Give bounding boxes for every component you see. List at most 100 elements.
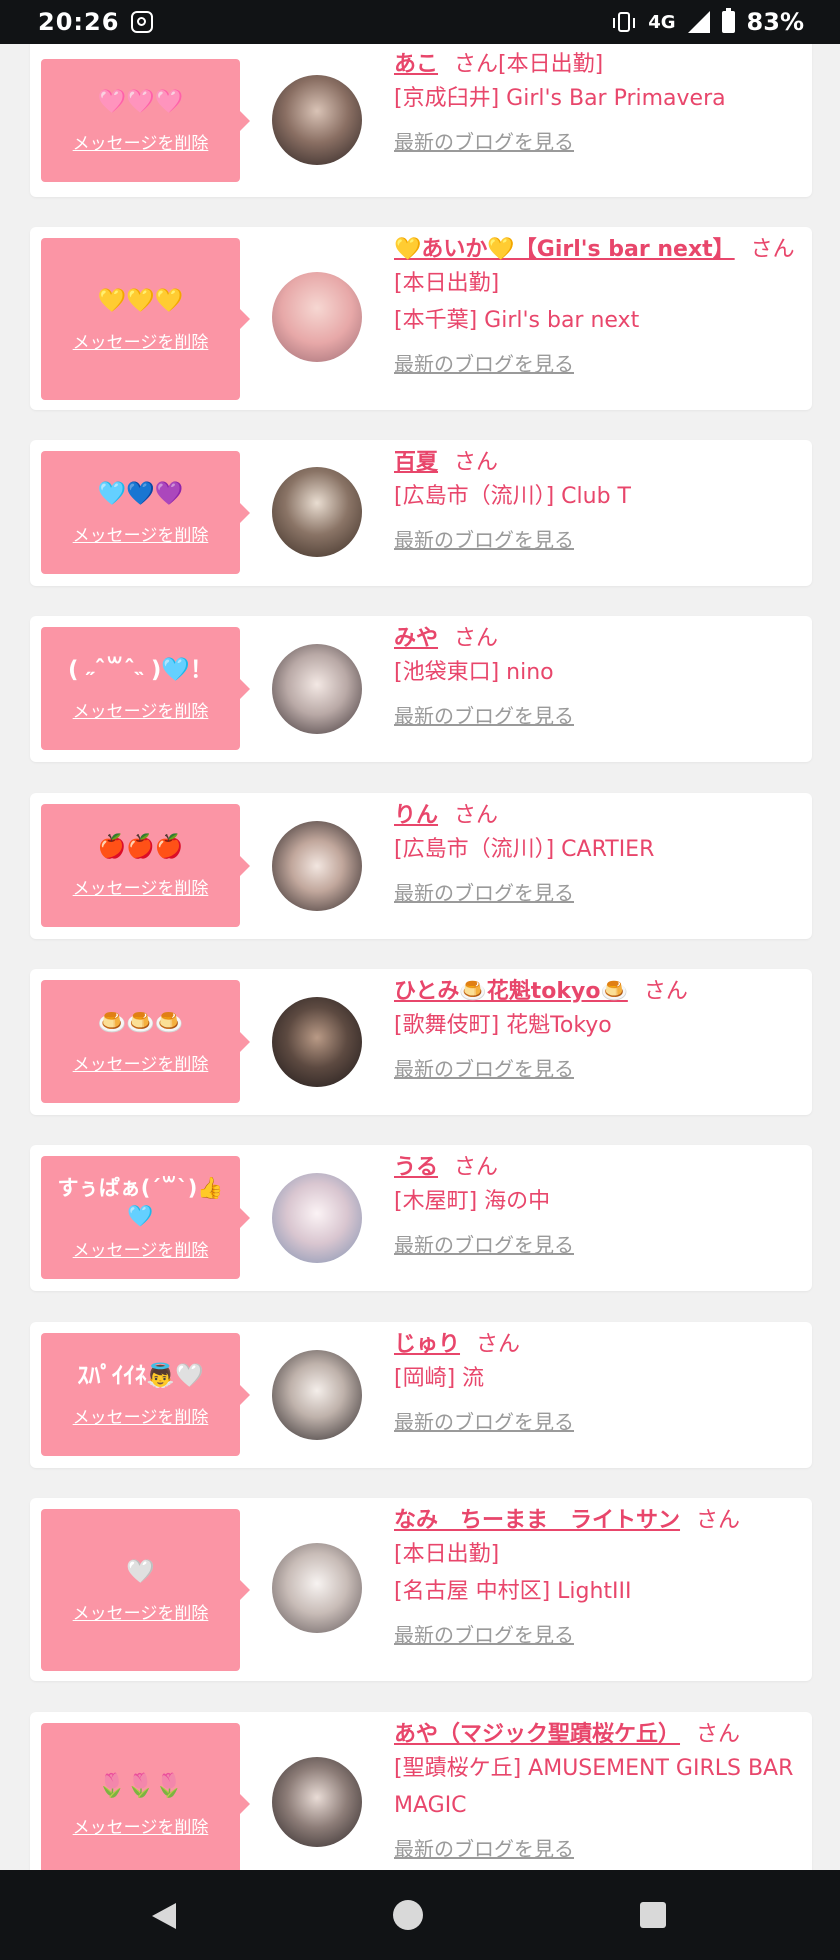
delete-message-link[interactable]: メッセージを削除 xyxy=(73,129,209,154)
cast-name-link[interactable]: うる xyxy=(394,1155,438,1180)
list-item: 🌷🌷🌷 メッセージを削除 あや（マジック聖蹟桜ケ丘） さん [聖蹟桜ケ丘] AMU… xyxy=(30,1712,812,1870)
cast-name-link[interactable]: 百夏 xyxy=(394,450,438,475)
message-box: ｽﾊﾟｲｲﾈ👼🤍 メッセージを削除 xyxy=(41,1333,250,1456)
vibrate-icon xyxy=(613,12,636,32)
entry-info: じゅり さん [岡崎] 流 最新のブログを見る xyxy=(394,1330,798,1437)
avatar[interactable] xyxy=(272,821,362,911)
latest-blog-link[interactable]: 最新のブログを見る xyxy=(394,1620,798,1650)
status-line: [本日出勤] xyxy=(394,1542,500,1567)
avatar[interactable] xyxy=(272,997,362,1087)
status-bar-right: 4G 83% xyxy=(613,8,804,36)
cast-name-link[interactable]: なみ ちーまま ライトサン xyxy=(394,1508,680,1533)
delete-message-link[interactable]: メッセージを削除 xyxy=(73,1403,209,1428)
latest-blog-link[interactable]: 最新のブログを見る xyxy=(394,701,798,731)
message-text: 🤍 xyxy=(126,1558,155,1585)
message-text: ( ˶ˆ꒳ˆ˵ )🩵！ xyxy=(68,657,213,683)
delete-message-link[interactable]: メッセージを削除 xyxy=(73,1813,209,1838)
avatar[interactable] xyxy=(272,1757,362,1847)
list-item: すぅぱぁ(ˊ꒳ˋ)👍🩵 メッセージを削除 うる さん [木屋町] 海の中 最新のブ… xyxy=(30,1145,812,1291)
delete-message-link[interactable]: メッセージを削除 xyxy=(73,1236,209,1261)
recent-apps-icon[interactable] xyxy=(640,1902,666,1928)
shop-line: [木屋町] 海の中 xyxy=(394,1189,551,1214)
message-text: すぅぱぁ(ˊ꒳ˋ)👍🩵 xyxy=(57,1176,224,1228)
back-icon[interactable] xyxy=(152,1903,176,1929)
delete-message-link[interactable]: メッセージを削除 xyxy=(73,874,209,899)
latest-blog-link[interactable]: 最新のブログを見る xyxy=(394,127,798,157)
cast-name-link[interactable]: じゅり xyxy=(394,1332,460,1357)
cast-name-link[interactable]: ひとみ🍮花魁tokyo🍮 xyxy=(394,979,628,1004)
message-text: ｽﾊﾟｲｲﾈ👼🤍 xyxy=(77,1363,204,1389)
delete-message-link[interactable]: メッセージを削除 xyxy=(73,521,209,546)
clock: 20:26 xyxy=(38,8,120,36)
honorific: さん xyxy=(643,979,688,1004)
entry-info: りん さん [広島市（流川）] CARTIER 最新のブログを見る xyxy=(394,801,798,908)
home-icon[interactable] xyxy=(393,1900,423,1930)
honorific: さん xyxy=(476,1332,521,1357)
navigation-bar xyxy=(0,1870,840,1960)
list-item: ｽﾊﾟｲｲﾈ👼🤍 メッセージを削除 じゅり さん [岡崎] 流 最新のブログを見る xyxy=(30,1322,812,1468)
message-box: 🩷🩷🩷 メッセージを削除 xyxy=(41,59,250,182)
latest-blog-link[interactable]: 最新のブログを見る xyxy=(394,525,798,555)
avatar[interactable] xyxy=(272,75,362,165)
shop-line: [歌舞伎町] 花魁Tokyo xyxy=(394,1013,612,1038)
list-item: 🩵💙💜 メッセージを削除 百夏 さん [広島市（流川）] Club T 最新のブロ… xyxy=(30,440,812,586)
latest-blog-link[interactable]: 最新のブログを見る xyxy=(394,1834,798,1864)
message-box: ( ˶ˆ꒳ˆ˵ )🩵！ メッセージを削除 xyxy=(41,627,250,750)
message-text: 🩵💙💜 xyxy=(97,481,184,507)
entry-info: 💛あいか💛【Girl's bar next】 さん [本日出勤] [本千葉] Gi… xyxy=(394,235,798,379)
avatar[interactable] xyxy=(272,467,362,557)
latest-blog-link[interactable]: 最新のブログを見る xyxy=(394,1230,798,1260)
shop-line: [広島市（流川）] Club T xyxy=(394,484,631,509)
latest-blog-link[interactable]: 最新のブログを見る xyxy=(394,1407,798,1437)
honorific: さん xyxy=(454,450,499,475)
list-item: 💛💛💛 メッセージを削除 💛あいか💛【Girl's bar next】 さん [本… xyxy=(30,227,812,410)
entry-info: なみ ちーまま ライトサン さん [本日出勤] [名古屋 中村区] LightII… xyxy=(394,1506,798,1650)
delete-message-link[interactable]: メッセージを削除 xyxy=(73,697,209,722)
entry-info: ひとみ🍮花魁tokyo🍮 さん [歌舞伎町] 花魁Tokyo 最新のブログを見る xyxy=(394,977,798,1084)
message-box: 🩵💙💜 メッセージを削除 xyxy=(41,451,250,574)
honorific: さん xyxy=(454,1155,499,1180)
latest-blog-link[interactable]: 最新のブログを見る xyxy=(394,878,798,908)
honorific: さん xyxy=(696,1722,741,1747)
entry-info: 百夏 さん [広島市（流川）] Club T 最新のブログを見る xyxy=(394,448,798,555)
cast-name-link[interactable]: あこ xyxy=(394,52,438,77)
avatar[interactable] xyxy=(272,1543,362,1633)
honorific: さん xyxy=(750,237,795,262)
avatar[interactable] xyxy=(272,1173,362,1263)
list-item: 🤍 メッセージを削除 なみ ちーまま ライトサン さん [本日出勤] [名古屋 中… xyxy=(30,1498,812,1681)
cast-name-link[interactable]: みや xyxy=(394,626,438,651)
message-text: 💛💛💛 xyxy=(97,287,184,314)
entry-info: みや さん [池袋東口] nino 最新のブログを見る xyxy=(394,624,798,731)
message-text: 🍮🍮🍮 xyxy=(97,1010,184,1036)
avatar[interactable] xyxy=(272,272,362,362)
avatar[interactable] xyxy=(272,1350,362,1440)
entry-info: うる さん [木屋町] 海の中 最新のブログを見る xyxy=(394,1153,798,1260)
entry-info: あや（マジック聖蹟桜ケ丘） さん [聖蹟桜ケ丘] AMUSEMENT GIRLS … xyxy=(394,1720,798,1864)
cast-name-link[interactable]: りん xyxy=(394,803,438,828)
cast-name-link[interactable]: 💛あいか💛【Girl's bar next】 xyxy=(394,237,735,262)
list-item: 🍮🍮🍮 メッセージを削除 ひとみ🍮花魁tokyo🍮 さん [歌舞伎町] 花魁Tok… xyxy=(30,969,812,1115)
favorites-list[interactable]: 🩷🩷🩷 メッセージを削除 あこ さん[本日出勤] [京成臼井] Girl's Ba… xyxy=(0,44,840,1870)
list-item: ( ˶ˆ꒳ˆ˵ )🩵！ メッセージを削除 みや さん [池袋東口] nino 最新… xyxy=(30,616,812,762)
message-text: 🩷🩷🩷 xyxy=(97,89,184,115)
shop-line: [広島市（流川）] CARTIER xyxy=(394,837,655,862)
status-bar: 20:26 4G 83% xyxy=(0,0,840,44)
battery-percent: 83% xyxy=(746,8,804,36)
shop-line: [池袋東口] nino xyxy=(394,660,554,685)
shop-line: [聖蹟桜ケ丘] AMUSEMENT GIRLS BAR MAGIC xyxy=(394,1756,794,1818)
delete-message-link[interactable]: メッセージを削除 xyxy=(73,1050,209,1075)
latest-blog-link[interactable]: 最新のブログを見る xyxy=(394,1054,798,1084)
avatar[interactable] xyxy=(272,644,362,734)
status-line: [本日出勤] xyxy=(394,271,500,296)
shop-line: [岡崎] 流 xyxy=(394,1366,485,1391)
latest-blog-link[interactable]: 最新のブログを見る xyxy=(394,349,798,379)
cast-name-link[interactable]: あや（マジック聖蹟桜ケ丘） xyxy=(394,1722,680,1747)
delete-message-link[interactable]: メッセージを削除 xyxy=(73,328,209,353)
message-box: 🤍 メッセージを削除 xyxy=(41,1509,250,1671)
delete-message-link[interactable]: メッセージを削除 xyxy=(73,1599,209,1624)
message-box: すぅぱぁ(ˊ꒳ˋ)👍🩵 メッセージを削除 xyxy=(41,1156,250,1279)
message-box: 🍎🍎🍎 メッセージを削除 xyxy=(41,804,250,927)
honorific: さん xyxy=(696,1508,741,1533)
message-text: 🍎🍎🍎 xyxy=(97,834,184,860)
list-item: 🍎🍎🍎 メッセージを削除 りん さん [広島市（流川）] CARTIER 最新のブ… xyxy=(30,793,812,939)
